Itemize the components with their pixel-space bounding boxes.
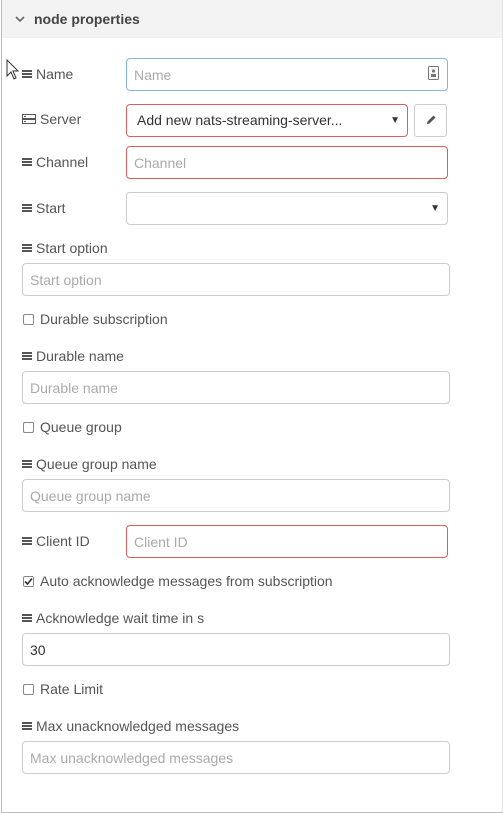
- list-icon: [22, 721, 32, 731]
- rate-limit-label: Rate Limit: [40, 681, 104, 697]
- name-input[interactable]: [126, 58, 448, 91]
- name-label-text: Name: [36, 66, 74, 82]
- caret-down-icon: ▼: [390, 115, 400, 126]
- edit-server-button[interactable]: [414, 104, 447, 137]
- queue-group-name-input[interactable]: [22, 479, 450, 512]
- checkmark-icon: [24, 577, 33, 586]
- queue-group-checkbox[interactable]: [23, 422, 34, 433]
- list-icon: [22, 243, 32, 253]
- queue-group-name-label: Queue group name: [22, 456, 157, 472]
- start-option-label: Start option: [22, 240, 108, 256]
- name-label: Name: [22, 66, 73, 82]
- chevron-down-icon[interactable]: [14, 12, 26, 24]
- vault-icon[interactable]: [428, 66, 439, 80]
- channel-label: Channel: [22, 154, 88, 170]
- client-id-label-text: Client ID: [36, 533, 90, 549]
- channel-label-text: Channel: [36, 154, 89, 170]
- durable-name-label: Durable name: [22, 348, 124, 364]
- client-id-label: Client ID: [22, 533, 90, 549]
- ack-wait-input[interactable]: [22, 633, 450, 666]
- list-icon: [22, 203, 32, 213]
- client-id-input[interactable]: [126, 525, 448, 558]
- durable-subscription-label: Durable subscription: [40, 311, 168, 327]
- start-option-label-text: Start option: [36, 240, 108, 256]
- server-label: Server: [22, 111, 81, 127]
- durable-name-input[interactable]: [22, 371, 450, 404]
- mouse-cursor-icon: [6, 58, 20, 81]
- list-icon: [22, 536, 32, 546]
- list-icon: [22, 69, 32, 79]
- server-icon: [22, 114, 36, 124]
- server-selected-value: Add new nats-streaming-server...: [137, 112, 343, 128]
- list-icon: [22, 459, 32, 469]
- name-field-wrap: [126, 58, 448, 91]
- section-title: node properties: [34, 11, 140, 27]
- auto-ack-label: Auto acknowledge messages from subscript…: [40, 573, 333, 589]
- server-select[interactable]: Add new nats-streaming-server... ▼: [126, 104, 408, 137]
- rate-limit-checkbox[interactable]: [23, 684, 34, 695]
- auto-ack-checkbox[interactable]: [23, 576, 34, 587]
- durable-name-label-text: Durable name: [36, 348, 124, 364]
- max-unack-input[interactable]: [22, 741, 450, 774]
- max-unack-label-text: Max unacknowledged messages: [36, 718, 240, 734]
- ack-wait-label: Acknowledge wait time in s: [22, 610, 204, 626]
- max-unack-label: Max unacknowledged messages: [22, 718, 239, 734]
- channel-input[interactable]: [126, 146, 448, 179]
- ack-wait-label-text: Acknowledge wait time in s: [36, 610, 205, 626]
- start-label-text: Start: [36, 200, 66, 216]
- start-option-input[interactable]: [22, 263, 450, 296]
- queue-group-name-label-text: Queue group name: [36, 456, 157, 472]
- start-label: Start: [22, 200, 66, 216]
- queue-group-label: Queue group: [40, 419, 122, 435]
- durable-subscription-checkbox[interactable]: [23, 314, 34, 325]
- start-select[interactable]: ▼: [126, 192, 448, 225]
- list-icon: [22, 351, 32, 361]
- server-label-text: Server: [40, 111, 82, 127]
- caret-down-icon: ▼: [430, 203, 440, 214]
- section-header[interactable]: node properties: [2, 0, 502, 38]
- list-icon: [22, 613, 32, 623]
- list-icon: [22, 157, 32, 167]
- pencil-icon: [425, 113, 437, 129]
